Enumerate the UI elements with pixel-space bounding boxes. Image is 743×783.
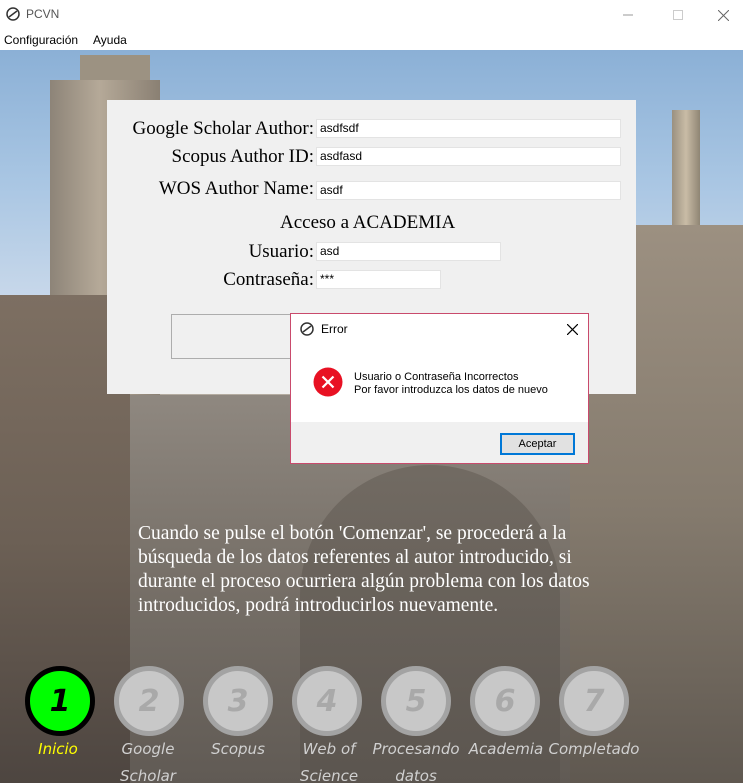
step-5-procesando-datos: 5 (381, 666, 451, 736)
google-scholar-label: Google Scholar Author: (132, 118, 314, 139)
dialog-message-line1: Usuario o Contraseña Incorrectos (354, 371, 519, 383)
wos-input[interactable]: asdf (316, 181, 621, 200)
dialog-title-bar: Error (291, 314, 588, 344)
user-label: Usuario: (248, 241, 314, 262)
step-number: 2 (138, 683, 160, 719)
scopus-label: Scopus Author ID: (171, 146, 315, 167)
step-label-line: Google (121, 740, 175, 758)
step-1-label: Inicio (10, 736, 106, 763)
step-label-line: Science (299, 767, 359, 783)
scopus-input[interactable]: asdfasd (316, 147, 621, 166)
minimize-icon (623, 14, 633, 16)
instructions-line: búsqueda de los datos referentes al auto… (138, 547, 572, 568)
minimize-button[interactable] (605, 0, 651, 30)
step-label-line: Web of (302, 740, 356, 758)
step-6-academia: 6 (470, 666, 540, 736)
step-7-label: Completado (546, 736, 642, 763)
maximize-icon (673, 10, 683, 20)
menu-ayuda[interactable]: Ayuda (93, 33, 127, 47)
step-label-line: Inicio (38, 740, 78, 758)
step-label-line: Scholar (120, 767, 176, 783)
dialog-body: Usuario o Contraseña Incorrectos Por fav… (291, 344, 588, 422)
window-title: PCVN (26, 7, 60, 21)
step-3-scopus: 3 (203, 666, 273, 736)
step-1-inicio: 1 (25, 666, 95, 736)
step-number: 3 (227, 683, 249, 719)
error-dialog: Error Usuario o Contraseña Incorrectos P… (290, 313, 589, 464)
step-5-label: Procesando datos (368, 736, 464, 783)
app-logo-icon (6, 7, 20, 21)
step-label-line: Scopus (211, 740, 265, 758)
step-label-line: Academia (468, 740, 544, 758)
step-number: 1 (49, 683, 71, 719)
instructions-line: Cuando se pulse el botón 'Comenzar', se … (138, 523, 567, 544)
maximize-button[interactable] (655, 0, 701, 30)
dialog-close-button[interactable] (561, 318, 583, 340)
step-2-label: Google Scholar (100, 736, 196, 783)
close-icon (717, 9, 729, 21)
wos-label: WOS Author Name: (158, 178, 314, 199)
step-number: 4 (316, 683, 338, 719)
academia-title: Acceso a ACADEMIA (280, 212, 456, 233)
password-input[interactable]: *** (316, 270, 441, 289)
step-number: 5 (405, 683, 427, 719)
dialog-title: Error (321, 322, 348, 336)
step-number: 6 (494, 683, 516, 719)
step-4-label: Web of Science (281, 736, 377, 783)
step-7-completado: 7 (559, 666, 629, 736)
error-icon (313, 367, 343, 397)
app-logo-icon (300, 322, 314, 336)
instructions-line: introducidos, podrá introducirlos nuevam… (138, 595, 499, 616)
step-3-label: Scopus (190, 736, 286, 763)
instructions-text: Cuando se pulse el botón 'Comenzar', se … (138, 522, 678, 618)
password-label: Contraseña: (223, 269, 314, 290)
user-input[interactable]: asd (316, 242, 501, 261)
instructions-line: durante el proceso ocurriera algún probl… (138, 571, 590, 592)
google-scholar-input[interactable]: asdfsdf (316, 119, 621, 138)
close-button[interactable] (700, 0, 743, 30)
title-bar: PCVN (0, 0, 743, 30)
close-icon (566, 323, 578, 335)
step-6-label: Academia (458, 736, 554, 763)
step-2-google-scholar: 2 (114, 666, 184, 736)
step-number: 7 (583, 683, 605, 719)
menu-configuracion[interactable]: Configuración (4, 33, 78, 47)
step-label-line: Procesando (372, 740, 460, 758)
step-label-line: Completado (548, 740, 640, 758)
step-label-line: datos (395, 767, 437, 783)
step-4-web-of-science: 4 (292, 666, 362, 736)
menu-bar: Configuración Ayuda (0, 30, 743, 50)
accept-button[interactable]: Aceptar (500, 433, 575, 455)
dialog-message-line2: Por favor introduzca los datos de nuevo (354, 384, 548, 396)
